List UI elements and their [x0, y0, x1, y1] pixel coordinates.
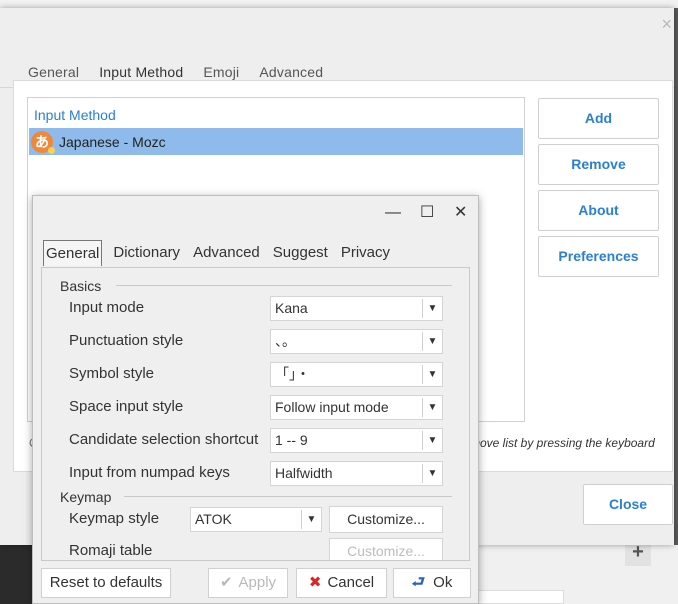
enter-icon: ⮐: [411, 574, 426, 591]
candidate-shortcut-select[interactable]: 1 -- 9 ▼: [270, 428, 443, 453]
keymap-style-label: Keymap style: [69, 510, 160, 527]
cancel-button[interactable]: ✖ Cancel: [296, 568, 387, 598]
chevron-down-icon: ▼: [422, 332, 442, 351]
space-input-style-select[interactable]: Follow input mode ▼: [270, 395, 443, 420]
hint-text: move list by pressing the keyboard: [470, 436, 655, 450]
numpad-input-value: Halfwidth: [275, 465, 333, 481]
apply-button[interactable]: ✔ Apply: [208, 568, 288, 598]
tab-general[interactable]: General: [43, 240, 103, 266]
add-button[interactable]: Add: [538, 98, 659, 139]
candidate-shortcut-value: 1 -- 9: [275, 432, 308, 448]
ok-label: Ok: [433, 574, 453, 591]
close-icon[interactable]: ×: [661, 14, 672, 35]
symbol-style-value: 「」・: [275, 366, 310, 382]
desktop-background-top: [0, 0, 678, 8]
symbol-style-select[interactable]: 「」・ ▼: [270, 362, 443, 387]
numpad-input-label: Input from numpad keys: [69, 464, 230, 481]
minimize-icon[interactable]: —: [385, 204, 401, 222]
mozc-hiragana-icon: あ: [31, 130, 55, 154]
mozc-tab-bar: General Dictionary Advanced Suggest Priv…: [43, 240, 401, 266]
chevron-down-icon: ▼: [422, 299, 442, 318]
punctuation-style-select[interactable]: 、。 ▼: [270, 329, 443, 354]
group-divider: [116, 285, 452, 286]
close-icon[interactable]: ✕: [454, 202, 467, 222]
tab-privacy[interactable]: Privacy: [339, 240, 392, 266]
mozc-settings-dialog: — ☐ ✕ General Dictionary Advanced Sugges…: [32, 195, 479, 604]
tab-dictionary[interactable]: Dictionary: [111, 240, 182, 266]
list-item-japanese-mozc[interactable]: あ Japanese - Mozc: [29, 128, 523, 155]
cancel-label: Cancel: [327, 574, 375, 591]
about-button[interactable]: About: [538, 190, 659, 231]
tab-suggest[interactable]: Suggest: [271, 240, 330, 266]
chevron-down-icon: ▼: [422, 398, 442, 417]
input-mode-select[interactable]: Kana ▼: [270, 296, 443, 321]
chevron-down-icon: ▼: [422, 365, 442, 384]
list-header: Input Method: [34, 107, 116, 123]
keymap-group-title: Keymap: [60, 489, 112, 505]
chevron-down-icon: ▼: [301, 510, 321, 529]
ok-button[interactable]: ⮐ Ok: [393, 568, 471, 598]
space-input-style-label: Space input style: [69, 398, 184, 415]
numpad-input-select[interactable]: Halfwidth ▼: [270, 461, 443, 486]
input-mode-label: Input mode: [69, 299, 145, 316]
tab-advanced[interactable]: Advanced: [191, 240, 262, 266]
apply-label: Apply: [238, 574, 277, 591]
space-input-style-value: Follow input mode: [275, 399, 389, 415]
keymap-style-select[interactable]: ATOK ▼: [190, 507, 322, 532]
input-mode-value: Kana: [275, 300, 308, 316]
keymap-customize-button[interactable]: Customize...: [329, 506, 443, 533]
symbol-style-label: Symbol style: [69, 365, 155, 382]
chevron-down-icon: ▼: [422, 431, 442, 450]
close-button[interactable]: Close: [583, 484, 673, 525]
punctuation-style-value: 、。: [275, 333, 296, 349]
romaji-table-label: Romaji table: [69, 542, 153, 559]
preferences-button[interactable]: Preferences: [538, 236, 659, 277]
cancel-icon: ✖: [308, 574, 322, 591]
maximize-icon[interactable]: ☐: [420, 202, 434, 222]
reset-to-defaults-button[interactable]: Reset to defaults: [41, 568, 171, 598]
candidate-shortcut-label: Candidate selection shortcut: [69, 431, 259, 448]
list-item-label: Japanese - Mozc: [59, 133, 166, 150]
basics-group-title: Basics: [60, 278, 102, 294]
romaji-customize-button[interactable]: Customize...: [329, 538, 443, 560]
punctuation-style-label: Punctuation style: [69, 332, 184, 349]
checkmark-icon: ✔: [219, 574, 233, 591]
group-divider: [124, 496, 452, 497]
general-tab-content: Basics Input mode Kana ▼ Punctuation sty…: [41, 267, 470, 561]
remove-button[interactable]: Remove: [538, 144, 659, 185]
chevron-down-icon: ▼: [422, 464, 442, 483]
keymap-style-value: ATOK: [195, 511, 232, 527]
